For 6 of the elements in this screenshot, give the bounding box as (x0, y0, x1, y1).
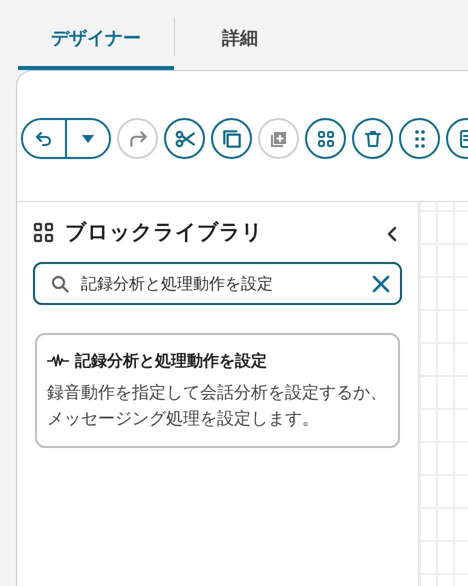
block-title: 記録分析と処理動作を設定 (75, 350, 267, 372)
panel-title: ブロックライブラリ (65, 219, 263, 246)
block-card[interactable]: 記録分析と処理動作を設定 録音動作を指定して会話分析を設定するか、メッセージング処理を設定します。 (35, 333, 400, 448)
search-field[interactable]: 記録分析と処理動作を設定 (33, 262, 402, 305)
block-description: 録音動作を指定して会話分析を設定するか、メッセージング処理を設定します。 (47, 382, 388, 430)
tab[interactable]: 詳細 (175, 0, 305, 70)
